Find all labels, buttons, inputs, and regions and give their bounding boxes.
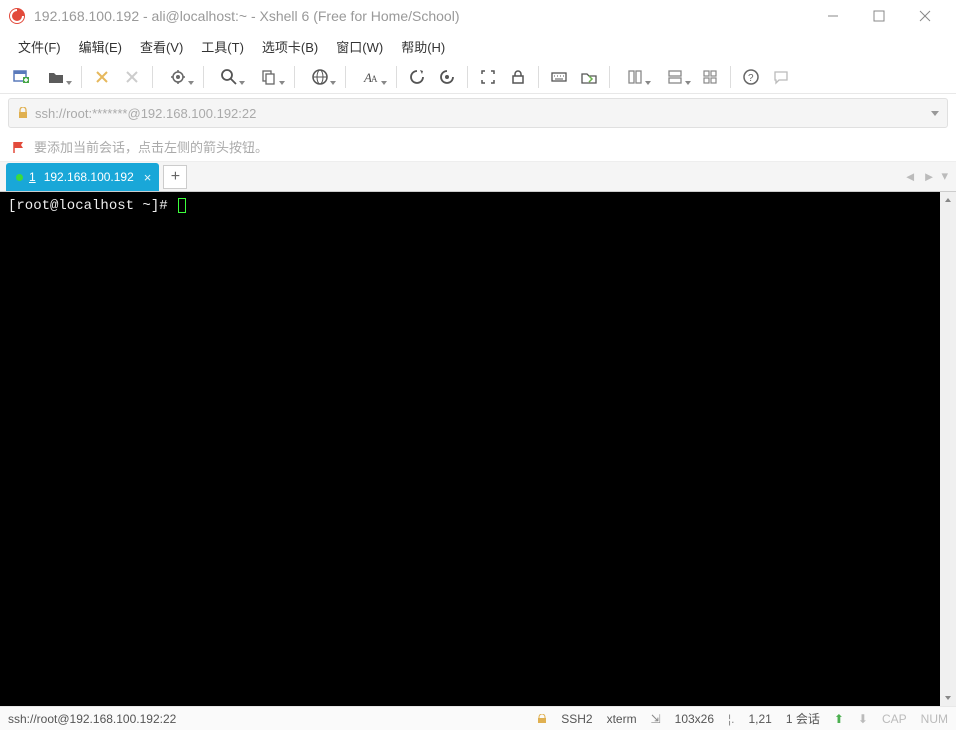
scroll-up-button[interactable] [940,192,956,208]
separator [538,66,539,88]
svg-text:?: ? [748,73,754,84]
lock-icon [537,714,547,724]
separator [345,66,346,88]
tab-next-button[interactable]: ► [923,169,936,184]
svg-text:A: A [371,74,378,84]
status-cap: CAP [882,712,907,726]
window-title: 192.168.100.192 - ali@localhost:~ - Xshe… [34,8,810,24]
status-size: 103x26 [675,712,714,726]
lock-button[interactable] [505,64,531,90]
close-button[interactable] [902,1,948,31]
minimize-button[interactable] [810,1,856,31]
font-button[interactable]: AA [353,64,389,90]
cursor-icon: ¦. [728,712,734,726]
help-button[interactable]: ? [738,64,764,90]
open-session-button[interactable] [38,64,74,90]
reconnect-button[interactable] [89,64,115,90]
scroll-track[interactable] [940,208,956,690]
up-arrow-icon[interactable]: ⬆ [834,712,844,726]
globe-button[interactable] [302,64,338,90]
menu-help[interactable]: 帮助(H) [395,34,451,59]
cursor [178,198,186,213]
status-connection: ssh://root@192.168.100.192:22 [8,712,176,726]
status-term: xterm [607,712,637,726]
tile-h-button[interactable] [617,64,653,90]
hint-bar: 要添加当前会话，点击左侧的箭头按钮。 [0,132,956,162]
toolbar: AA ? [0,60,956,94]
tab-label: 192.168.100.192 [44,170,134,184]
resize-icon: ⇲ [651,712,661,726]
separator [467,66,468,88]
chat-button[interactable] [768,64,794,90]
tile-grid-button[interactable] [697,64,723,90]
menu-file[interactable]: 文件(F) [12,34,67,59]
copy-button[interactable] [251,64,287,90]
address-text: ssh://root:*******@192.168.100.192:22 [35,106,256,121]
search-button[interactable] [211,64,247,90]
tab-session-1[interactable]: 1 192.168.100.192 × [6,163,159,191]
macro1-button[interactable] [404,64,430,90]
status-bar: ssh://root@192.168.100.192:22 SSH2 xterm… [0,706,956,730]
terminal-area: [root@localhost ~]# [0,192,956,706]
menu-edit[interactable]: 编辑(E) [73,34,128,59]
separator [81,66,82,88]
tab-add-button[interactable]: + [163,165,187,189]
macro2-button[interactable] [434,64,460,90]
status-protocol: SSH2 [561,712,592,726]
tile-v-button[interactable] [657,64,693,90]
flag-icon [12,140,26,154]
tab-menu-button[interactable]: ▾ [941,168,948,184]
titlebar: 192.168.100.192 - ali@localhost:~ - Xshe… [0,0,956,32]
tab-close-button[interactable]: × [144,170,152,185]
fullscreen-button[interactable] [475,64,501,90]
down-arrow-icon[interactable]: ⬇ [858,712,868,726]
sftp-button[interactable] [576,64,602,90]
new-session-button[interactable] [8,64,34,90]
separator [294,66,295,88]
keyboard-button[interactable] [546,64,572,90]
status-sessions: 1 会话 [786,710,820,727]
terminal[interactable]: [root@localhost ~]# [0,192,940,706]
separator [396,66,397,88]
separator [609,66,610,88]
tab-bar: 1 192.168.100.192 × + ◄ ► ▾ [0,162,956,192]
tab-prev-button[interactable]: ◄ [904,169,917,184]
menubar: 文件(F) 编辑(E) 查看(V) 工具(T) 选项卡(B) 窗口(W) 帮助(… [0,32,956,60]
prompt-text: [root@localhost ~]# [8,198,176,214]
lock-icon [17,107,29,119]
maximize-button[interactable] [856,1,902,31]
menu-tab[interactable]: 选项卡(B) [256,34,324,59]
status-num: NUM [921,712,948,726]
disconnect-button[interactable] [119,64,145,90]
menu-view[interactable]: 查看(V) [134,34,189,59]
app-icon [8,7,26,25]
scroll-down-button[interactable] [940,690,956,706]
chevron-down-icon[interactable] [931,111,939,116]
connection-status-icon [16,174,23,181]
window-controls [810,1,948,31]
menu-window[interactable]: 窗口(W) [330,34,389,59]
separator [203,66,204,88]
separator [152,66,153,88]
menu-tool[interactable]: 工具(T) [195,34,250,59]
properties-button[interactable] [160,64,196,90]
separator [730,66,731,88]
status-cursor-pos: 1,21 [748,712,771,726]
vertical-scrollbar[interactable] [940,192,956,706]
tab-index: 1 [29,170,36,184]
hint-text: 要添加当前会话，点击左侧的箭头按钮。 [34,137,268,156]
tab-nav: ◄ ► ▾ [904,168,948,184]
address-bar[interactable]: ssh://root:*******@192.168.100.192:22 [8,98,948,128]
